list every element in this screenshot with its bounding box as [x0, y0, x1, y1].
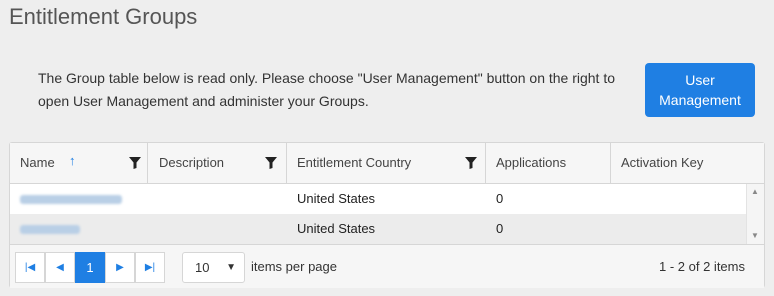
previous-page-icon[interactable]: ◀ — [45, 252, 75, 283]
info-panel: The Group table below is read only. Plea… — [9, 51, 765, 129]
grid-header: Name ↑ Description Entitlement Country A… — [10, 143, 764, 184]
cell-activation-key — [611, 214, 748, 244]
first-page-icon[interactable]: |◀ — [15, 252, 45, 283]
cell-description — [149, 184, 287, 214]
cell-activation-key — [611, 184, 748, 214]
redacted-name — [20, 225, 80, 234]
column-header-label: Name — [20, 155, 55, 170]
info-text: The Group table below is read only. Plea… — [38, 70, 616, 109]
user-management-button[interactable]: User Management — [645, 63, 755, 117]
vertical-scrollbar[interactable]: ▲ ▼ — [746, 184, 764, 244]
column-header-label: Activation Key — [621, 155, 704, 170]
cell-country: United States — [297, 191, 376, 206]
table-row[interactable]: United States 0 — [10, 214, 748, 244]
groups-grid: Name ↑ Description Entitlement Country A… — [9, 142, 765, 288]
sort-ascending-icon[interactable]: ↑ — [69, 154, 76, 168]
column-header-label: Description — [159, 155, 225, 170]
table-row[interactable]: United States 0 — [10, 184, 748, 214]
pager-info: 1 - 2 of 2 items — [659, 259, 745, 274]
column-header-name[interactable]: Name ↑ — [10, 143, 148, 183]
items-per-page-label: items per page — [251, 259, 337, 274]
grid-body: United States 0 United States 0 ▲ ▼ — [10, 184, 764, 244]
current-page-button[interactable]: 1 — [75, 252, 105, 283]
page-size-value: 10 — [195, 260, 210, 275]
cell-country: United States — [297, 221, 376, 236]
cell-applications: 0 — [496, 191, 504, 206]
filter-icon[interactable] — [265, 157, 277, 169]
cell-name[interactable] — [10, 184, 148, 214]
cell-applications: 0 — [496, 221, 504, 236]
filter-icon[interactable] — [129, 157, 141, 169]
pager: |◀ ◀ 1 ▶ ▶| 10 ▼ items per page 1 - 2 of… — [10, 244, 764, 288]
column-header-label: Entitlement Country — [297, 155, 412, 170]
cell-name[interactable] — [10, 214, 148, 244]
next-page-icon[interactable]: ▶ — [105, 252, 135, 283]
column-header-description[interactable]: Description — [149, 143, 287, 183]
last-page-icon[interactable]: ▶| — [135, 252, 165, 283]
scroll-down-icon[interactable]: ▼ — [751, 231, 759, 240]
redacted-name — [20, 195, 122, 204]
column-header-label: Applications — [496, 155, 567, 170]
chevron-down-icon: ▼ — [226, 262, 236, 273]
cell-description — [149, 214, 287, 244]
page-title: Entitlement Groups — [9, 4, 198, 29]
filter-icon[interactable] — [465, 157, 477, 169]
column-header-entitlement-country[interactable]: Entitlement Country — [287, 143, 486, 183]
column-header-activation-key[interactable]: Activation Key — [611, 143, 764, 183]
scroll-up-icon[interactable]: ▲ — [751, 187, 759, 196]
column-header-applications[interactable]: Applications — [486, 143, 611, 183]
page-size-select[interactable]: 10 ▼ — [182, 252, 245, 283]
